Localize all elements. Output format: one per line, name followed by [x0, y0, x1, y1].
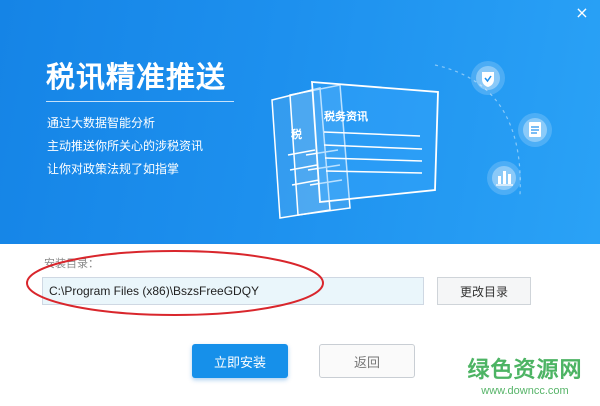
close-icon: ×: [575, 3, 589, 22]
front-card: 税务资讯: [311, 81, 439, 203]
change-directory-button[interactable]: 更改目录: [437, 277, 531, 305]
bar-chart-icon: [487, 161, 521, 195]
install-path-input[interactable]: [42, 277, 424, 305]
title-divider: [46, 101, 234, 102]
back-card-label: 税: [291, 127, 302, 141]
close-button[interactable]: ×: [574, 5, 590, 21]
header-banner: × 税讯精准推送 通过大数据智能分析 主动推送你所关心的涉税资讯 让你对政策法规…: [0, 0, 600, 244]
feature-item: 主动推送你所关心的涉税资讯: [47, 139, 204, 153]
watermark-title: 绿色资源网: [467, 358, 583, 383]
back-button[interactable]: 返回: [319, 344, 415, 378]
feature-item: 让你对政策法规了如指掌: [47, 162, 180, 176]
watermark: 绿色资源网 www.downcc.com: [460, 352, 590, 397]
card-title: 税务资讯: [324, 109, 368, 123]
install-now-button[interactable]: 立即安装: [192, 344, 288, 378]
document-icon: [518, 113, 552, 147]
watermark-url: www.downcc.com: [481, 385, 569, 397]
feature-list: 通过大数据智能分析 主动推送你所关心的涉税资讯 让你对政策法规了如指掌: [47, 116, 203, 185]
install-form: 安装目录： 更改目录 立即安装 返回 绿色资源网 www.downcc.com: [0, 244, 600, 406]
banner-title: 税讯精准推送: [46, 60, 227, 94]
news-illustration: 税 税务资讯: [271, 61, 552, 219]
feature-item: 通过大数据智能分析: [47, 116, 156, 130]
shield-icon: [471, 61, 505, 95]
install-dir-label: 安装目录：: [44, 257, 99, 270]
